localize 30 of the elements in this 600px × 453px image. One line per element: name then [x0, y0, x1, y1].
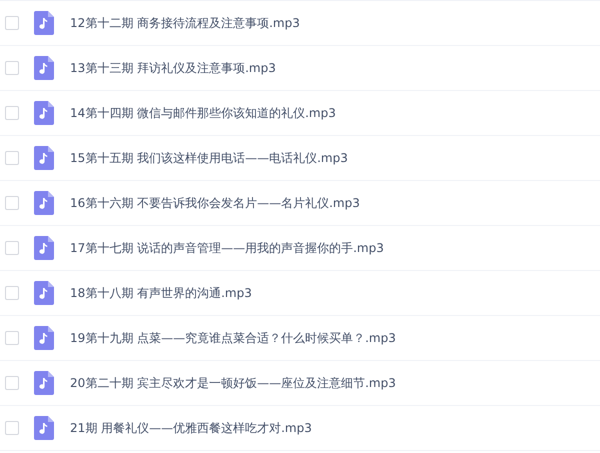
file-name[interactable]: 21期 用餐礼仪——优雅西餐这样吃才对.mp3 [70, 419, 312, 437]
music-file-icon [34, 56, 54, 80]
checkbox[interactable] [5, 331, 19, 345]
file-name[interactable]: 20第二十期 宾主尽欢才是一顿好饭——座位及注意细节.mp3 [70, 374, 396, 392]
checkbox[interactable] [5, 286, 19, 300]
music-file-icon [34, 236, 54, 260]
music-file-icon [34, 281, 54, 305]
file-name[interactable]: 14第十四期 微信与邮件那些你该知道的礼仪.mp3 [70, 104, 336, 122]
music-file-icon [34, 191, 54, 215]
file-name[interactable]: 18第十八期 有声世界的沟通.mp3 [70, 284, 252, 302]
file-name[interactable]: 15第十五期 我们该这样使用电话——电话礼仪.mp3 [70, 149, 348, 167]
checkbox[interactable] [5, 16, 19, 30]
music-file-icon [34, 371, 54, 395]
checkbox[interactable] [5, 241, 19, 255]
file-name[interactable]: 13第十三期 拜访礼仪及注意事项.mp3 [70, 59, 276, 77]
music-file-icon [34, 416, 54, 440]
music-file-icon [34, 11, 54, 35]
checkbox[interactable] [5, 421, 19, 435]
file-name[interactable]: 12第十二期 商务接待流程及注意事项.mp3 [70, 14, 300, 32]
file-name[interactable]: 17第十七期 说话的声音管理——用我的声音握你的手.mp3 [70, 239, 384, 257]
file-name[interactable]: 16第十六期 不要告诉我你会发名片——名片礼仪.mp3 [70, 194, 360, 212]
file-name[interactable]: 19第十九期 点菜——究竟谁点菜合适？什么时候买单？.mp3 [70, 329, 396, 347]
checkbox[interactable] [5, 106, 19, 120]
checkbox[interactable] [5, 61, 19, 75]
checkbox[interactable] [5, 376, 19, 390]
music-file-icon [34, 146, 54, 170]
checkbox[interactable] [5, 151, 19, 165]
music-file-icon [34, 101, 54, 125]
music-file-icon [34, 326, 54, 350]
checkbox[interactable] [5, 196, 19, 210]
